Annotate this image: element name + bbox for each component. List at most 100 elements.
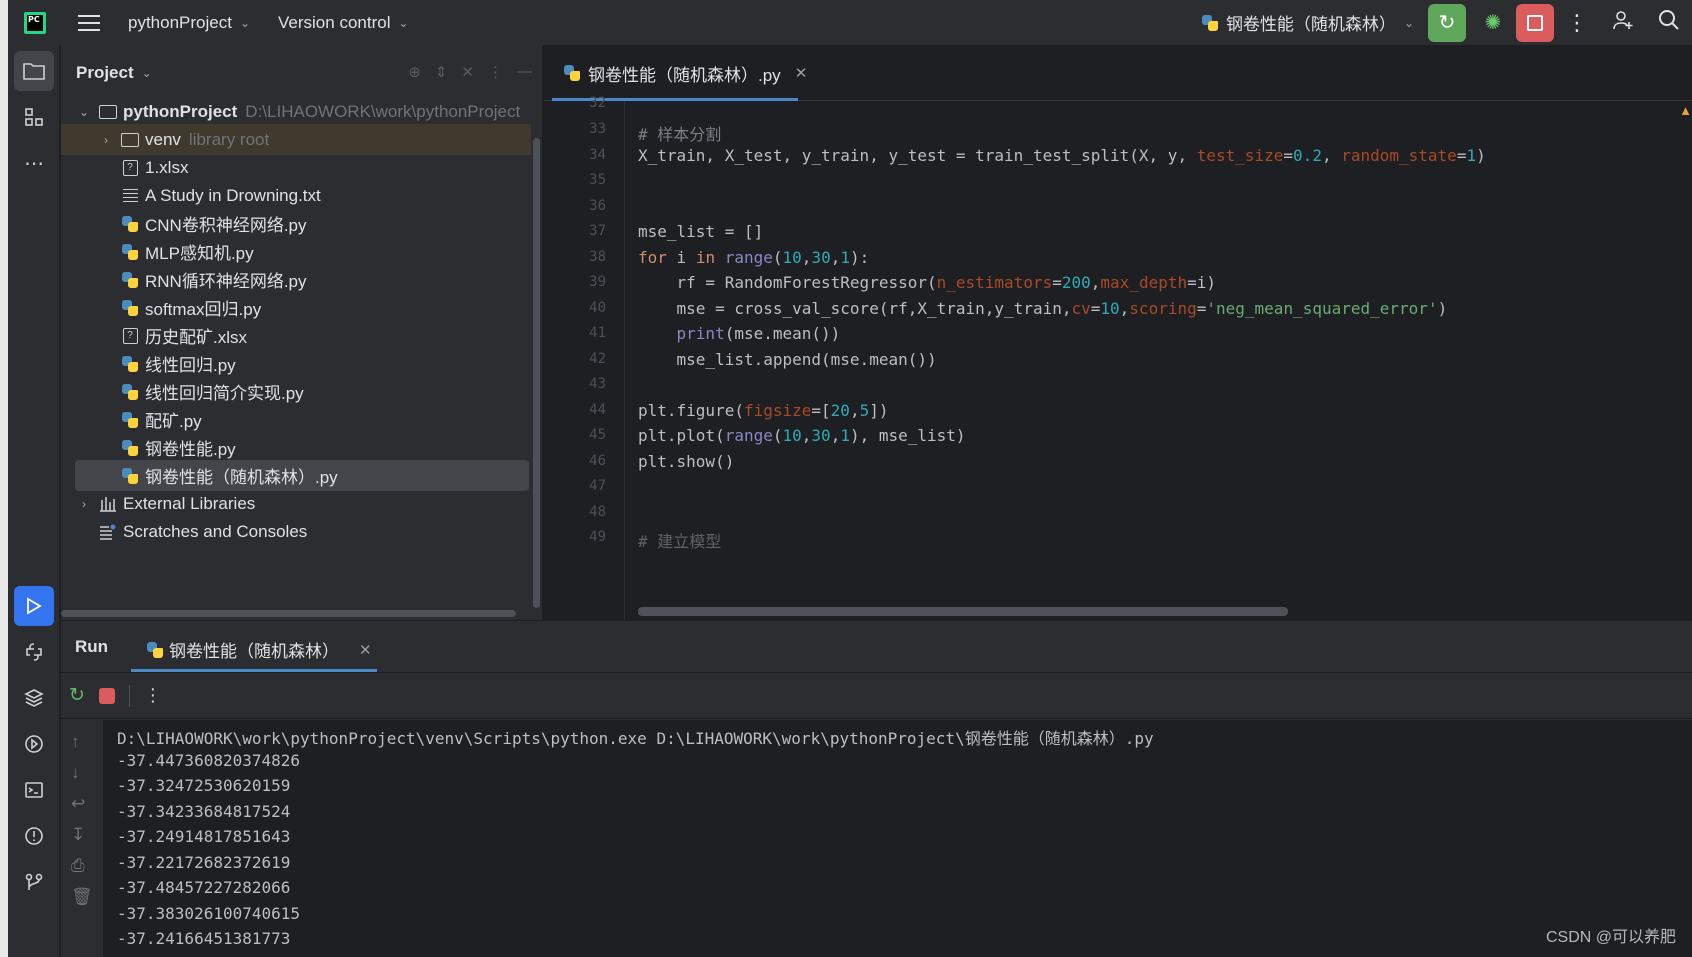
console-line: D:\LIHAOWORK\work\pythonProject\venv\Scr… (117, 729, 1154, 748)
tree-item-label: 钢卷性能.py (145, 440, 236, 459)
run-tool-button[interactable] (14, 586, 54, 626)
trash-icon[interactable]: 🗑 (71, 887, 93, 907)
tree-item-label: 钢卷性能（随机森林）.py (145, 468, 338, 487)
run-panel: Run 钢卷性能（随机森林） ✕ ↻ ⋮ ↑ ↓ ↩ ↧ ⎙ 🗑 D:\LIHA… (61, 620, 1692, 957)
line-number: 40 (589, 300, 606, 316)
locate-icon[interactable]: ⊕ (408, 63, 421, 81)
chevron-down-icon[interactable]: ⌄ (77, 105, 91, 119)
stop-icon (1527, 14, 1543, 31)
unknown-file-icon: ? (122, 327, 138, 344)
project-switcher[interactable]: pythonProject ⌄ (128, 13, 250, 33)
menu-icon[interactable] (78, 14, 100, 31)
expand-all-icon[interactable]: ⇕ (435, 63, 448, 81)
code-line: mse_list = [] (638, 222, 764, 241)
more-button[interactable]: ⋮ (1554, 10, 1600, 36)
line-number: 44 (589, 402, 606, 418)
editor-tab[interactable]: 钢卷性能（随机森林）.py ✕ (558, 45, 813, 101)
rerun-icon[interactable]: ↻ (69, 684, 85, 707)
tree-item-file[interactable]: 配矿.py (61, 404, 531, 435)
code-line: plt.figure(figsize=[20,5]) (638, 401, 889, 420)
search-icon (1659, 9, 1679, 30)
project-vertical-scrollbar[interactable] (533, 138, 540, 608)
console-side-toolbar: ↑ ↓ ↩ ↧ ⎙ 🗑 (61, 720, 103, 957)
watermark: CSDN @可以养肥 (1545, 929, 1676, 946)
project-horizontal-scrollbar[interactable] (61, 610, 516, 617)
add-user-icon (1613, 10, 1633, 29)
tree-item-external-libraries[interactable]: › External Libraries (61, 488, 531, 519)
code-line: plt.show() (638, 452, 735, 471)
tree-item-label: venv (145, 129, 181, 149)
tree-item-scratches[interactable]: Scratches and Consoles (61, 516, 531, 547)
console-line: -37.383026100740615 (117, 904, 301, 923)
project-tool-button[interactable] (14, 51, 54, 91)
tree-item-file[interactable]: CNN卷积神经网络.py (61, 208, 531, 239)
tree-item-file[interactable]: RNN循环神经网络.py (61, 264, 531, 295)
more-tools-button[interactable]: ⋯ (14, 143, 54, 183)
run-config-selector[interactable]: 钢卷性能（随机森林） ⌄ (1201, 10, 1414, 35)
tree-item-file[interactable]: 线性回归简介实现.py (61, 376, 531, 407)
more-icon[interactable]: ⋮ (144, 685, 162, 706)
chevron-down-icon: ⌄ (1403, 15, 1414, 30)
run-tab[interactable]: 钢卷性能（随机森林） ✕ (147, 637, 372, 662)
tree-item-file[interactable]: ? 1.xlsx (61, 152, 531, 183)
chevron-right-icon[interactable]: › (99, 133, 113, 147)
code-editor: 钢卷性能（随机森林）.py ✕ 32 33 34 35 36 37 38 39 … (544, 45, 1692, 620)
debug-button[interactable]: ✺ (1478, 10, 1508, 35)
tree-item-file[interactable]: 钢卷性能.py (61, 432, 531, 463)
chevron-down-icon: ⌄ (398, 15, 409, 30)
services-tool-button[interactable] (14, 724, 54, 764)
warning-circle-icon (25, 827, 43, 845)
soft-wrap-icon[interactable]: ↩ (71, 794, 85, 814)
line-number: 34 (589, 147, 606, 163)
line-number: 38 (589, 249, 606, 265)
vcs-menu[interactable]: Version control ⌄ (278, 13, 409, 33)
tree-item-label: CNN卷积神经网络.py (145, 216, 307, 235)
editor-horizontal-scrollbar[interactable] (638, 607, 1288, 616)
tree-item-file[interactable]: softmax回归.py (61, 292, 531, 323)
layers-tool-button[interactable] (14, 678, 54, 718)
tree-item-file[interactable]: ? 历史配矿.xlsx (61, 320, 531, 351)
warning-indicator-icon[interactable]: ▲ (1679, 103, 1692, 118)
tree-item-project-root[interactable]: ⌄ pythonProject D:\LIHAOWORK\work\python… (61, 96, 531, 127)
python-file-icon (122, 439, 138, 456)
code-area[interactable]: # 样本分割 X_train, X_test, y_train, y_test … (638, 101, 1486, 551)
close-icon[interactable]: ✕ (795, 64, 808, 82)
console-line: -37.32472530620159 (117, 776, 291, 795)
tree-item-file[interactable]: 线性回归.py (61, 348, 531, 379)
arrow-down-icon[interactable]: ↓ (71, 763, 80, 783)
active-tab-indicator (131, 669, 377, 672)
print-icon[interactable]: ⎙ (71, 856, 85, 876)
git-tool-button[interactable] (14, 862, 54, 902)
problems-tool-button[interactable] (14, 816, 54, 856)
rerun-button[interactable]: ↻ (1428, 3, 1466, 42)
options-icon[interactable]: ⋮ (488, 63, 503, 81)
console-output[interactable]: D:\LIHAOWORK\work\pythonProject\venv\Scr… (103, 720, 1692, 957)
structure-icon (25, 108, 43, 126)
terminal-tool-button[interactable] (14, 770, 54, 810)
chevron-down-icon: ⌄ (239, 15, 251, 30)
run-tab-label: 钢卷性能（随机森林） (169, 642, 339, 661)
tree-item-file[interactable]: A Study in Drowning.txt (61, 180, 531, 211)
tree-item-venv[interactable]: › venv library root (61, 124, 531, 155)
add-user-button[interactable] (1600, 8, 1646, 38)
stop-icon[interactable] (98, 687, 115, 704)
stop-button[interactable] (1516, 3, 1554, 42)
services-icon (25, 735, 43, 753)
project-panel: Project ⌄ ⊕ ⇕ ✕ ⋮ — ⌄ pythonProject D:\L… (61, 45, 543, 620)
scroll-to-end-icon[interactable]: ↧ (71, 825, 85, 845)
window-edge (0, 0, 8, 957)
chevron-down-icon[interactable]: ⌄ (142, 66, 152, 80)
line-number-gutter: 32 33 34 35 36 37 38 39 40 41 42 43 44 4… (544, 95, 614, 620)
search-button[interactable] (1646, 9, 1692, 37)
structure-tool-button[interactable] (14, 97, 54, 137)
project-panel-title[interactable]: Project (76, 63, 134, 83)
close-icon[interactable]: ✕ (359, 641, 372, 659)
chevron-right-icon[interactable]: › (77, 497, 91, 511)
collapse-all-icon[interactable]: ✕ (461, 63, 474, 81)
python-packages-button[interactable] (14, 632, 54, 672)
tree-item-file-selected[interactable]: 钢卷性能（随机森林）.py (75, 460, 529, 491)
tree-item-label: Scratches and Consoles (123, 521, 308, 541)
arrow-up-icon[interactable]: ↑ (71, 732, 80, 752)
tree-item-file[interactable]: MLP感知机.py (61, 236, 531, 267)
hide-panel-icon[interactable]: — (517, 63, 532, 81)
